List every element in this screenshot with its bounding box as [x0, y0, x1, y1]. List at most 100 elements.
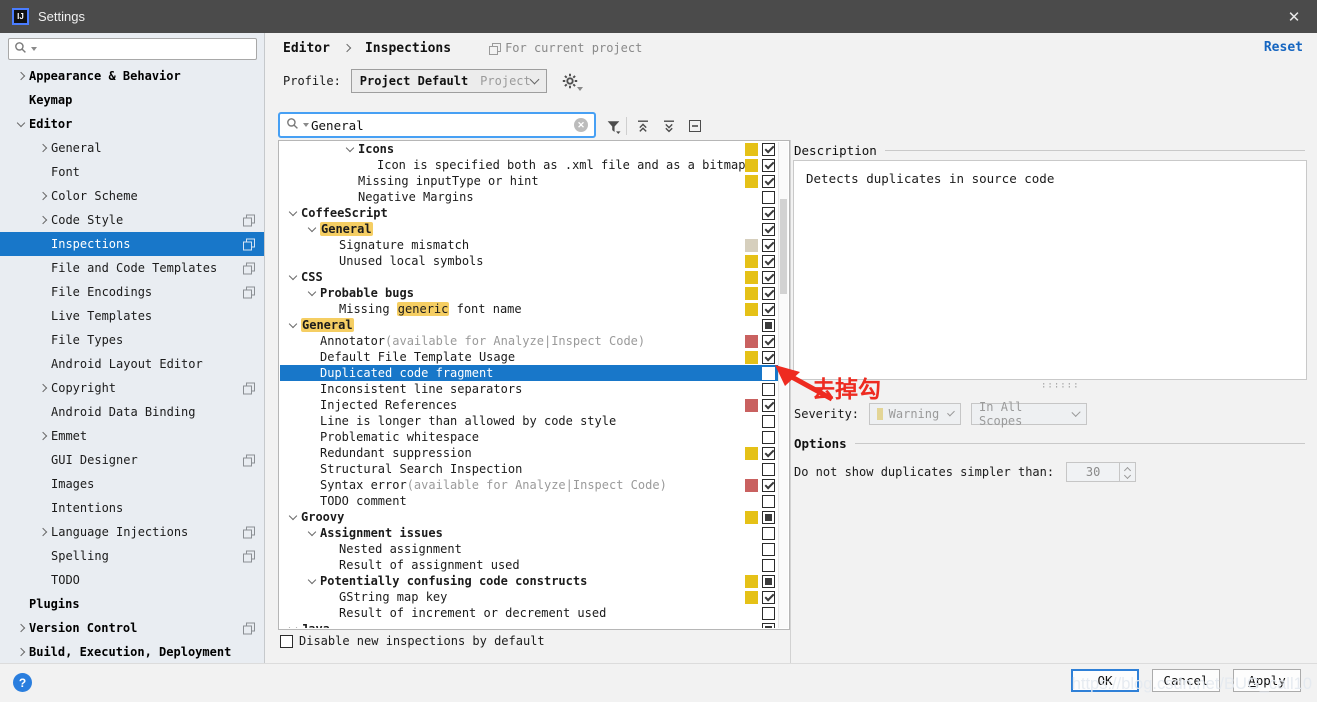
- chevron-right-icon[interactable]: [12, 625, 29, 631]
- breadcrumb-editor[interactable]: Editor: [283, 41, 330, 56]
- ok-button[interactable]: OK: [1071, 669, 1139, 692]
- help-icon[interactable]: ?: [13, 673, 32, 692]
- tree-row-checkbox[interactable]: [762, 383, 775, 396]
- sidebar-item-live-templates[interactable]: Live Templates: [0, 304, 264, 328]
- sidebar-item-keymap[interactable]: Keymap: [0, 88, 264, 112]
- tree-row-problematic-whitespace[interactable]: Problematic whitespace: [280, 429, 778, 445]
- spinner-buttons[interactable]: [1119, 463, 1135, 481]
- sidebar-item-version-control[interactable]: Version Control: [0, 616, 264, 640]
- inspection-search-input[interactable]: [309, 117, 574, 134]
- sidebar-item-general[interactable]: General: [0, 136, 264, 160]
- tree-row-checkbox[interactable]: [762, 607, 775, 620]
- tree-row-missing-generic-font-name[interactable]: Missing generic font name: [280, 301, 778, 317]
- chevron-down-icon[interactable]: [12, 122, 29, 126]
- tree-row-injected-references[interactable]: Injected References: [280, 397, 778, 413]
- tree-row-checkbox[interactable]: [762, 399, 775, 412]
- tree-row-checkbox[interactable]: [762, 623, 775, 629]
- sidebar-item-plugins[interactable]: Plugins: [0, 592, 264, 616]
- tree-row-checkbox[interactable]: [762, 447, 775, 460]
- tree-row-checkbox[interactable]: [762, 239, 775, 252]
- sidebar-item-file-encodings[interactable]: File Encodings: [0, 280, 264, 304]
- sidebar-item-spelling[interactable]: Spelling: [0, 544, 264, 568]
- tree-row-checkbox[interactable]: [762, 415, 775, 428]
- tree-row-inconsistent-line-separators[interactable]: Inconsistent line separators: [280, 381, 778, 397]
- chevron-down-icon[interactable]: [303, 531, 320, 535]
- cancel-button[interactable]: Cancel: [1152, 669, 1220, 692]
- tree-row-unused-local-symbols[interactable]: Unused local symbols: [280, 253, 778, 269]
- disable-new-inspections-row[interactable]: Disable new inspections by default: [280, 634, 545, 648]
- chevron-right-icon[interactable]: [12, 649, 29, 655]
- expand-all-button[interactable]: [634, 117, 652, 135]
- sidebar-item-code-style[interactable]: Code Style: [0, 208, 264, 232]
- tree-row-checkbox[interactable]: [762, 511, 775, 524]
- tree-row-annotator[interactable]: Annotator (available for Analyze|Inspect…: [280, 333, 778, 349]
- tree-row-general[interactable]: General: [280, 221, 778, 237]
- tree-row-redundant-suppression[interactable]: Redundant suppression: [280, 445, 778, 461]
- tree-row-syntax-error[interactable]: Syntax error (available for Analyze|Insp…: [280, 477, 778, 493]
- tree-row-checkbox[interactable]: [762, 495, 775, 508]
- chevron-down-icon[interactable]: [284, 323, 301, 327]
- tree-scrollbar-thumb[interactable]: [780, 199, 787, 294]
- tree-row-checkbox[interactable]: [762, 143, 775, 156]
- clear-search-icon[interactable]: ✕: [574, 118, 588, 132]
- sidebar-item-copyright[interactable]: Copyright: [0, 376, 264, 400]
- tree-row-checkbox[interactable]: [762, 431, 775, 444]
- tree-row-java[interactable]: Java: [280, 621, 778, 628]
- tree-row-checkbox[interactable]: [762, 319, 775, 332]
- inspection-search-field[interactable]: ✕: [278, 112, 596, 138]
- tree-row-checkbox[interactable]: [762, 543, 775, 556]
- tree-scrollbar[interactable]: [778, 142, 788, 628]
- profile-dropdown[interactable]: Project Default Project: [351, 69, 547, 93]
- tree-row-negative-margins[interactable]: Negative Margins: [280, 189, 778, 205]
- chevron-down-icon[interactable]: [341, 147, 358, 151]
- sidebar-item-todo[interactable]: TODO: [0, 568, 264, 592]
- sidebar-item-appearance-behavior[interactable]: Appearance & Behavior: [0, 64, 264, 88]
- tree-row-checkbox[interactable]: [762, 591, 775, 604]
- scope-dropdown[interactable]: In All Scopes: [971, 403, 1087, 425]
- tree-row-checkbox[interactable]: [762, 159, 775, 172]
- tree-row-coffeescript[interactable]: CoffeeScript: [280, 205, 778, 221]
- sidebar-item-editor[interactable]: Editor: [0, 112, 264, 136]
- tree-row-checkbox[interactable]: [762, 287, 775, 300]
- chevron-down-icon[interactable]: [284, 627, 301, 628]
- tree-row-checkbox[interactable]: [762, 559, 775, 572]
- chevron-down-icon[interactable]: [303, 291, 320, 295]
- tree-row-probable-bugs[interactable]: Probable bugs: [280, 285, 778, 301]
- tree-row-result-of-increment-or-decrement-used[interactable]: Result of increment or decrement used: [280, 605, 778, 621]
- tree-row-line-is-longer-than-allowed-by-code-style[interactable]: Line is longer than allowed by code styl…: [280, 413, 778, 429]
- tree-row-result-of-assignment-used[interactable]: Result of assignment used: [280, 557, 778, 573]
- chevron-down-icon[interactable]: [303, 227, 320, 231]
- sidebar-item-emmet[interactable]: Emmet: [0, 424, 264, 448]
- tree-row-missing-inputtype-or-hint[interactable]: Missing inputType or hint: [280, 173, 778, 189]
- sidebar-item-file-types[interactable]: File Types: [0, 328, 264, 352]
- tree-row-potentially-confusing-code-constructs[interactable]: Potentially confusing code constructs: [280, 573, 778, 589]
- duplicates-threshold-spinner[interactable]: 30: [1066, 462, 1136, 482]
- tree-row-checkbox[interactable]: [762, 527, 775, 540]
- chevron-right-icon[interactable]: [34, 193, 51, 199]
- tree-row-checkbox[interactable]: [762, 175, 775, 188]
- profile-actions-button[interactable]: [561, 72, 579, 90]
- tree-row-css[interactable]: CSS: [280, 269, 778, 285]
- tree-row-checkbox[interactable]: [762, 463, 775, 476]
- tree-row-checkbox[interactable]: [762, 351, 775, 364]
- sidebar-item-intentions[interactable]: Intentions: [0, 496, 264, 520]
- tree-row-checkbox[interactable]: [762, 207, 775, 220]
- tree-row-checkbox[interactable]: [762, 271, 775, 284]
- tree-row-icons[interactable]: Icons: [280, 141, 778, 157]
- collapse-all-button[interactable]: [660, 117, 678, 135]
- tree-row-gstring-map-key[interactable]: GString map key: [280, 589, 778, 605]
- chevron-right-icon[interactable]: [34, 217, 51, 223]
- sidebar-item-color-scheme[interactable]: Color Scheme: [0, 184, 264, 208]
- tree-row-assignment-issues[interactable]: Assignment issues: [280, 525, 778, 541]
- sidebar-item-build-execution-deployment[interactable]: Build, Execution, Deployment: [0, 640, 264, 664]
- tree-row-checkbox[interactable]: [762, 367, 775, 380]
- tree-row-structural-search-inspection[interactable]: Structural Search Inspection: [280, 461, 778, 477]
- tree-row-checkbox[interactable]: [762, 191, 775, 204]
- tree-row-general[interactable]: General: [280, 317, 778, 333]
- tree-row-checkbox[interactable]: [762, 255, 775, 268]
- sidebar-search-field[interactable]: [8, 38, 257, 60]
- tree-row-checkbox[interactable]: [762, 479, 775, 492]
- reset-link[interactable]: Reset: [1264, 40, 1303, 55]
- chevron-right-icon[interactable]: [34, 433, 51, 439]
- disable-new-inspections-checkbox[interactable]: [280, 635, 293, 648]
